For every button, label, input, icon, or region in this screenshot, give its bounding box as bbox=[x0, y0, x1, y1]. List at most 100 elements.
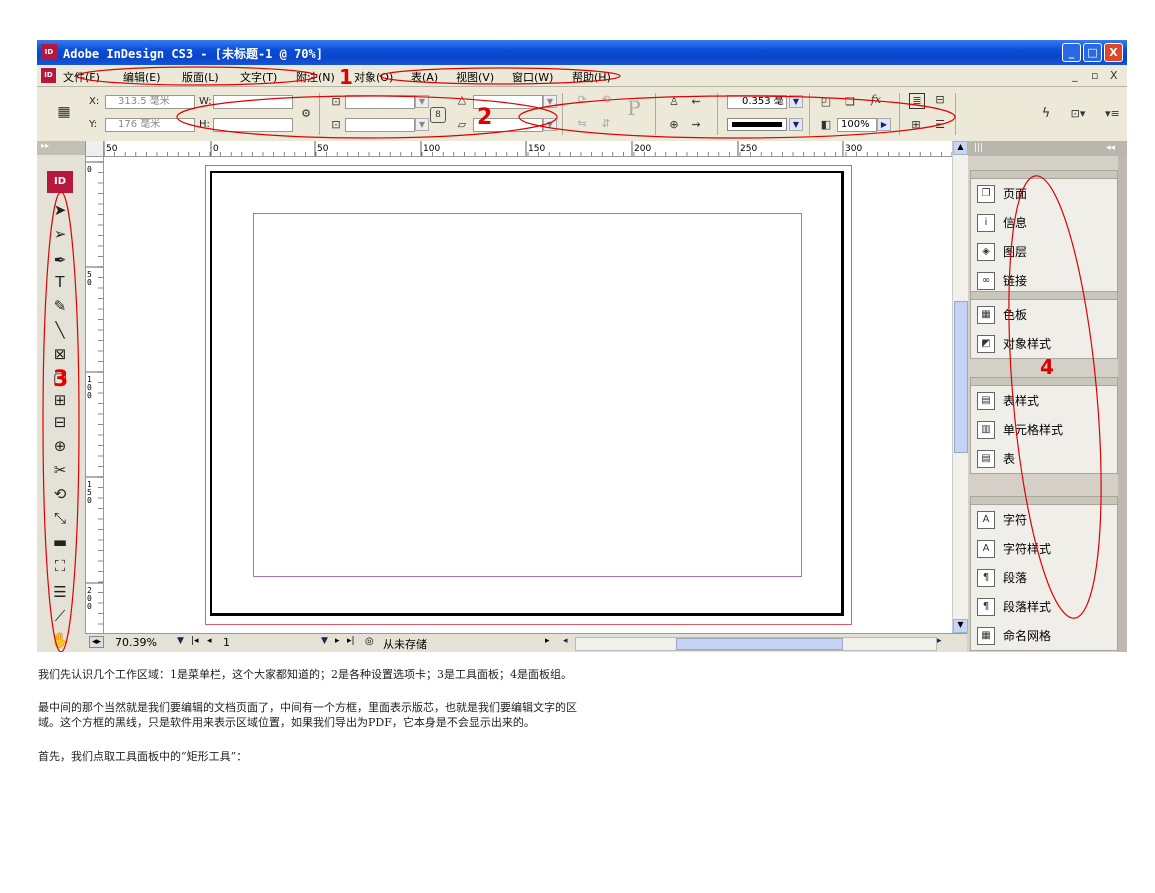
version-cue-icon[interactable]: ◎ bbox=[365, 636, 374, 647]
button-icon[interactable]: ⊞ bbox=[49, 389, 71, 411]
dock-scrollbar[interactable] bbox=[1118, 156, 1127, 652]
direct-selection-icon[interactable]: ➢ bbox=[49, 223, 71, 245]
last-page-icon[interactable]: ▸| bbox=[347, 636, 355, 646]
rotate-icon[interactable]: ⟲ bbox=[49, 483, 71, 505]
document-canvas[interactable] bbox=[104, 157, 952, 633]
shear-field[interactable] bbox=[473, 118, 543, 132]
zoom-dropdown[interactable]: ▼ bbox=[177, 636, 184, 646]
doc-close-button[interactable]: X bbox=[1110, 69, 1118, 82]
bridge-icon[interactable]: ⊡▾ bbox=[1067, 107, 1089, 121]
hscroll-right-icon[interactable]: ▸ bbox=[937, 636, 942, 646]
note-icon[interactable]: ☰ bbox=[49, 581, 71, 603]
select-content-icon[interactable]: ⊕ bbox=[667, 118, 681, 132]
line-icon[interactable]: ╲ bbox=[49, 319, 71, 341]
rectangle-frame-icon[interactable]: ⊠ bbox=[49, 343, 71, 365]
panel-group-grip[interactable] bbox=[971, 171, 1117, 179]
scale-y-field[interactable] bbox=[345, 118, 415, 132]
page-number[interactable]: 1 bbox=[223, 636, 230, 649]
ruler-origin[interactable] bbox=[85, 141, 104, 156]
maximize-button[interactable]: □ bbox=[1083, 43, 1102, 62]
panel-item[interactable]: ▤ 表样式 bbox=[971, 386, 1117, 415]
dock-collapse-icon[interactable]: ◂◂ bbox=[1106, 143, 1115, 153]
menu-type[interactable]: 文字(T) bbox=[240, 69, 277, 85]
quick-apply-icon[interactable]: ϟ bbox=[1039, 107, 1053, 121]
page-dropdown[interactable]: ▼ bbox=[321, 636, 328, 646]
panel-item[interactable]: A 字符样式 bbox=[971, 534, 1117, 563]
fx-icon[interactable]: fx bbox=[869, 93, 883, 107]
wrap-around-icon[interactable]: ⊟ bbox=[933, 93, 947, 107]
x-field[interactable]: 313.5 毫米 bbox=[105, 95, 195, 109]
panel-item[interactable]: ▦ 色板 bbox=[971, 300, 1117, 329]
panel-item[interactable]: ¶ 段落样式 bbox=[971, 592, 1117, 621]
gradient-swatch-icon[interactable]: ▬ bbox=[49, 531, 71, 553]
panel-item[interactable]: i 信息 bbox=[971, 208, 1117, 237]
rotate-cw-icon[interactable]: ⟳ bbox=[575, 93, 589, 107]
panel-group-grip[interactable] bbox=[971, 378, 1117, 386]
selection-icon[interactable]: ➤ bbox=[49, 199, 71, 221]
panel-item[interactable]: ◈ 图层 bbox=[971, 237, 1117, 266]
dock-header[interactable]: ||| ◂◂ bbox=[968, 141, 1127, 156]
free-transform-icon[interactable]: ⛶ bbox=[49, 555, 71, 577]
menu-object[interactable]: 对象(O) bbox=[354, 69, 393, 85]
stroke-weight-dropdown[interactable]: ▼ bbox=[789, 95, 803, 108]
dock-grip-icon[interactable]: ||| bbox=[974, 143, 983, 153]
w-field[interactable] bbox=[213, 95, 293, 109]
shear-dropdown[interactable]: ▼ bbox=[543, 118, 557, 131]
y-field[interactable]: 176 毫米 bbox=[105, 118, 195, 132]
scale-y-dropdown[interactable]: ▼ bbox=[415, 118, 429, 131]
horizontal-scrollbar[interactable] bbox=[575, 637, 937, 651]
panel-item[interactable]: A 字符 bbox=[971, 505, 1117, 534]
table-icon[interactable]: ⊟ bbox=[49, 411, 71, 433]
panel-group-grip[interactable] bbox=[971, 497, 1117, 505]
rectangle-icon[interactable]: ▢ bbox=[49, 367, 71, 389]
link-scale-icon[interactable]: 8 bbox=[430, 107, 446, 123]
scissors-icon[interactable]: ✂ bbox=[49, 459, 71, 481]
panel-item[interactable]: ❐ 页面 bbox=[971, 179, 1117, 208]
panel-group-grip[interactable] bbox=[971, 292, 1117, 300]
vertical-scrollbar[interactable]: ▲ ▼ bbox=[952, 141, 968, 633]
scroll-thumb[interactable] bbox=[954, 301, 968, 453]
pen-icon[interactable]: ✒ bbox=[49, 249, 71, 271]
rotate-field[interactable] bbox=[473, 95, 543, 109]
scale-x-field[interactable] bbox=[345, 95, 415, 109]
panel-item[interactable]: ▥ 单元格样式 bbox=[971, 415, 1117, 444]
close-button[interactable]: X bbox=[1104, 43, 1123, 62]
gradient-feather-icon[interactable]: ⊕ bbox=[49, 435, 71, 457]
drop-shadow-icon[interactable]: ◰ bbox=[819, 95, 833, 109]
select-previous-icon[interactable]: ⇜ bbox=[689, 95, 703, 109]
stroke-type-field[interactable] bbox=[727, 118, 787, 131]
menu-file[interactable]: 文件(F) bbox=[63, 69, 100, 85]
scale-x-dropdown[interactable]: ▼ bbox=[415, 95, 429, 108]
menu-view[interactable]: 视图(V) bbox=[456, 69, 494, 85]
flip-vertical-icon[interactable]: ⇵ bbox=[599, 117, 613, 131]
zoom-arrows-icon[interactable]: ◂▸ bbox=[89, 636, 105, 648]
zoom-level[interactable]: 70.39% bbox=[115, 636, 157, 649]
select-next-icon[interactable]: ⇝ bbox=[689, 118, 703, 132]
align-icon[interactable]: ☰ bbox=[933, 118, 947, 132]
status-menu-icon[interactable]: ▸ bbox=[545, 636, 550, 646]
menu-edit[interactable]: 编辑(E) bbox=[123, 69, 161, 85]
stroke-type-dropdown[interactable]: ▼ bbox=[789, 118, 803, 131]
eyedropper-icon[interactable]: ⟋ bbox=[49, 605, 71, 627]
menu-layout[interactable]: 版面(L) bbox=[182, 69, 219, 85]
panel-menu-icon[interactable]: ▾≡ bbox=[1105, 107, 1120, 121]
menu-notes[interactable]: 附注(N) bbox=[296, 69, 335, 85]
select-container-icon[interactable]: ♙ bbox=[667, 95, 681, 109]
scroll-down-button[interactable]: ▼ bbox=[953, 619, 968, 633]
scroll-up-button[interactable]: ▲ bbox=[953, 141, 968, 155]
scale-icon[interactable]: ⤡ bbox=[49, 507, 71, 529]
next-page-icon[interactable]: ▸ bbox=[335, 636, 340, 646]
opacity-arrow[interactable]: ▶ bbox=[877, 118, 891, 131]
panel-item[interactable]: ◩ 对象样式 bbox=[971, 329, 1117, 358]
opacity-field[interactable]: 100% bbox=[837, 118, 877, 132]
constrain-proportions-icon[interactable]: ⚙ bbox=[299, 107, 313, 121]
rotate-ccw-icon[interactable]: ⟲ bbox=[599, 93, 613, 107]
doc-minimize-button[interactable]: _ bbox=[1072, 69, 1078, 82]
prev-page-icon[interactable]: ◂ bbox=[207, 636, 212, 646]
menu-help[interactable]: 帮助(H) bbox=[572, 69, 611, 85]
effects-icon[interactable]: ❏ bbox=[843, 95, 857, 109]
hscroll-left-icon[interactable]: ◂ bbox=[563, 636, 568, 646]
panel-item[interactable]: ▦ 命名网格 bbox=[971, 621, 1117, 650]
pencil-icon[interactable]: ✎ bbox=[49, 295, 71, 317]
type-icon[interactable]: T bbox=[49, 271, 71, 293]
